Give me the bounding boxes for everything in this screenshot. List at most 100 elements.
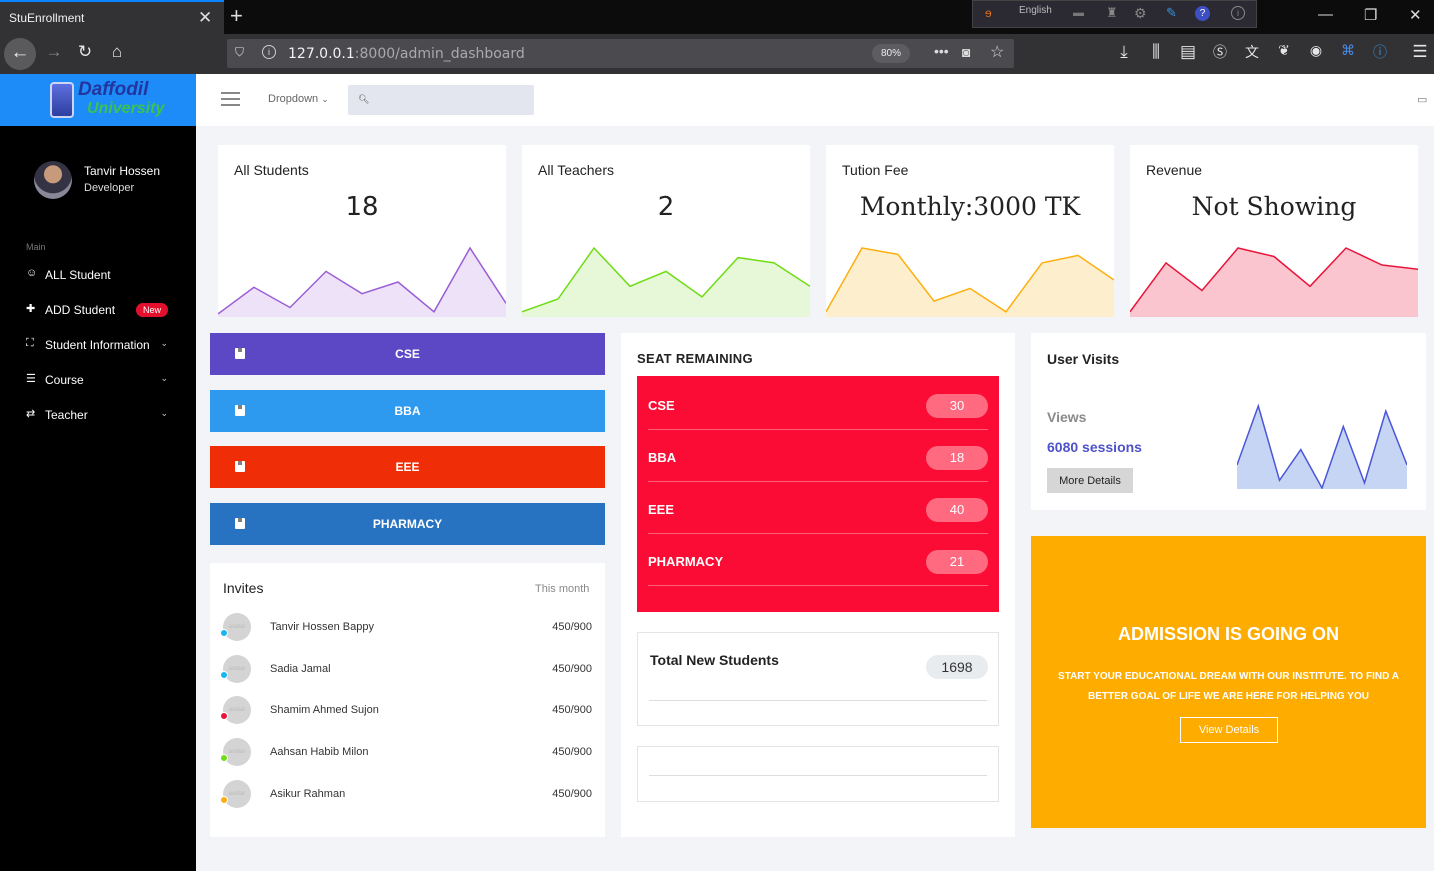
students-sparkline [218,246,506,317]
sidebar-item-student-information[interactable]: ⛶ Student Information ⌄ [26,330,172,360]
extension-icon[interactable]: ✎ [1166,5,1177,21]
total-new-students-label: Total New Students [650,652,779,668]
user-name: Tanvir Hossen [84,164,161,178]
search-input[interactable] [348,85,534,115]
sidebar-item-course[interactable]: ☰ Course ⌄ [26,365,172,395]
admission-title: ADMISSION IS GOING ON [1117,624,1340,644]
user-role: Developer [84,182,135,194]
reload-icon[interactable]: ↻ [73,42,97,62]
close-tab-icon[interactable]: ✕ [198,8,212,28]
list-icon: ☰ [26,373,36,385]
status-dot [220,712,228,720]
book-icon [235,348,245,359]
extension-strip: ɘ English ▬ ♜ ⚙ ✎ ? i [972,0,1257,28]
restore-icon[interactable]: ❐ [1364,6,1377,24]
stat-sparkline-area [1130,248,1418,317]
stat-title: Tution Fee [842,162,909,178]
extension-icon[interactable]: ▬ [1073,7,1084,19]
chat-icon[interactable]: ▭ [1417,93,1427,106]
course-label: EEE [395,460,420,474]
seat-count-badge: 30 [926,394,988,418]
account-icon[interactable]: ◉ [1304,42,1328,59]
home-icon[interactable]: ⌂ [105,42,129,62]
teachers-sparkline [522,246,810,317]
brand-name-line1: Daffodil [78,79,149,100]
forward-icon[interactable]: → [42,42,66,62]
invites-period: This month [535,583,590,595]
seat-remaining-card: SEAT REMAINING CSE 30 BBA 18 EEE 40 PHAR… [621,333,1015,837]
seat-row-pharmacy[interactable]: PHARMACY 21 [648,534,988,586]
extension-icon[interactable]: ♜ [1106,5,1118,21]
translate-extension-icon[interactable]: ⌘ [1336,42,1360,59]
sidebar-toggle-icon[interactable]: ▤ [1176,42,1200,62]
swap-icon: ⇄ [26,408,36,420]
stat-sparkline-area [522,248,810,317]
skype-icon[interactable]: Ⓢ [1208,42,1232,62]
help-icon[interactable]: ? [1195,6,1210,21]
book-icon [235,405,245,416]
sidebar-item-teacher[interactable]: ⇄ Teacher ⌄ [26,400,172,430]
info-icon[interactable]: i [1231,6,1245,20]
download-icon[interactable]: ⤓ [1112,42,1136,62]
zoom-level[interactable]: 80% [872,44,910,63]
more-details-button[interactable]: More Details [1047,468,1133,493]
brand-header[interactable]: Daffodil University [0,74,196,126]
list-item[interactable]: avatar Aahsan Habib Milon 450/900 [220,738,595,768]
site-info-icon[interactable]: i [262,45,276,59]
invite-name: Aahsan Habib Milon [270,746,369,758]
seat-row-cse[interactable]: CSE 30 [648,378,988,430]
sidebar-item-add-student[interactable]: ✚ ADD Student New [26,295,172,325]
bookmark-star-icon[interactable]: ☆ [990,42,1004,62]
seat-row-eee[interactable]: EEE 40 [648,482,988,534]
menu-icon[interactable]: ☰ [1408,42,1432,62]
password-manager-icon[interactable]: ⓘ [1368,42,1392,62]
tuition-sparkline [826,247,1114,317]
book-icon [235,518,245,529]
course-button-eee[interactable]: EEE [210,446,605,488]
list-item[interactable]: avatar Sadia Jamal 450/900 [220,655,595,685]
extension-icon[interactable]: ❦ [1272,42,1296,59]
course-button-bba[interactable]: BBA [210,390,605,432]
extension-icon[interactable]: ɘ [985,6,992,20]
sidebar-item-label: Student Information [45,338,150,352]
divider [649,775,987,776]
seat-remaining-title: SEAT REMAINING [637,351,753,366]
list-item[interactable]: avatar Asikur Rahman 450/900 [220,780,595,810]
status-dot [220,754,228,762]
translate-icon[interactable]: 文 [1240,42,1264,62]
seat-row-bba[interactable]: BBA 18 [648,430,988,482]
user-circle-icon: ☺ [26,267,38,279]
revenue-sparkline [1130,247,1418,317]
sidebar-item-all-student[interactable]: ☺ ALL Student [26,260,172,290]
library-icon[interactable]: ⫼ [1144,42,1168,62]
list-item[interactable]: avatar Tanvir Hossen Bappy 450/900 [220,613,595,643]
view-details-button[interactable]: View Details [1180,717,1278,743]
back-icon[interactable]: ← [4,38,36,70]
new-badge: New [136,303,169,317]
divider [649,700,987,701]
avatar: avatar [223,613,251,641]
avatar[interactable] [34,161,72,199]
url-text[interactable]: 127.0.0.1:8000/admin_dashboard [288,46,525,62]
hamburger-menu-icon[interactable] [221,92,240,106]
dropdown-toggle[interactable]: Dropdown ⌄ [268,93,329,105]
url-host: 127.0.0.1 [288,46,355,62]
language-selector[interactable]: English [1019,5,1052,16]
new-tab-icon[interactable]: + [230,3,243,29]
browser-tab[interactable]: StuEnrollment ✕ [0,0,224,34]
close-window-icon[interactable]: ✕ [1409,6,1422,24]
pocket-icon[interactable]: ◙ [962,44,970,60]
more-actions-icon[interactable]: ••• [934,43,949,59]
stat-value: Monthly:3000 TK [859,192,1081,221]
status-dot [220,671,228,679]
list-item[interactable]: avatar Shamim Ahmed Sujon 450/900 [220,696,595,726]
sidebar-item-label: Course [45,373,84,387]
total-new-students-badge: 1698 [926,655,988,679]
course-button-pharmacy[interactable]: PHARMACY [210,503,605,545]
browser-tab-bar: StuEnrollment ✕ + ɘ English ▬ ♜ ⚙ ✎ ? i … [0,0,1434,34]
course-button-cse[interactable]: CSE [210,333,605,375]
minimize-icon[interactable]: — [1318,6,1333,23]
sidebar-item-label: ALL Student [45,268,111,282]
gear-icon[interactable]: ⚙ [1134,5,1147,22]
shield-icon[interactable]: ⛉ [235,45,244,60]
